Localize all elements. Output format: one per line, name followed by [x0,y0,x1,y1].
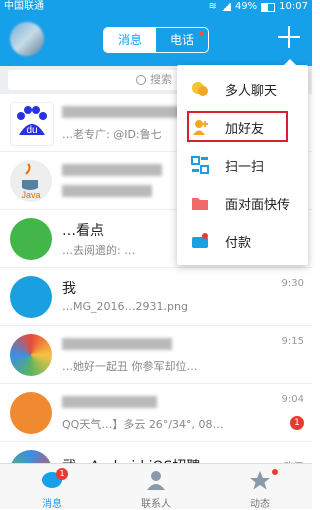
green-circle-icon [10,218,52,260]
list-item[interactable]: 武…Android iOS招聘 昨天 [0,442,312,492]
menu-item-payment[interactable]: 付款 [177,222,308,260]
conversation-name [62,394,157,410]
tab-phone[interactable]: 电话 [156,28,208,52]
conversation-time: 9:15 [281,336,304,347]
tab-messages[interactable]: 消息 [104,28,156,52]
clock: 10:07 [279,1,308,12]
battery-icon [261,2,276,12]
menu-label: 面对面快传 [225,198,291,213]
conversation-name [62,104,182,120]
payment-icon [192,233,208,248]
list-item[interactable]: QQ天气…】多云 26°/34°, 08… 9:04 1 [0,384,312,442]
new-dot [272,469,278,475]
conversation-name: 我 [62,281,76,297]
list-item[interactable]: …她好一起丑 你参军却位… 9:15 [0,326,312,384]
conversation-snippet: …去阅遗的: … [62,244,136,257]
java-logo-icon: Java [10,160,52,202]
status-indicators: ≋ 49% 10:07 [209,0,308,14]
user-avatar[interactable] [10,22,44,56]
conversation-snippet [62,184,152,197]
menu-item-group-chat[interactable]: 多人聊天 [177,70,308,108]
signal-icon [220,3,231,11]
tab-contacts[interactable]: 联系人 [104,464,208,510]
menu-label: 多人聊天 [225,84,278,99]
plus-icon[interactable] [276,24,302,50]
wifi-icon: ≋ [208,1,217,12]
tab-moments[interactable]: 动态 [208,464,312,510]
contacts-icon [147,471,165,490]
unread-badge: 1 [56,468,68,480]
group-chat-icon [192,82,208,96]
conversation-snippet: QQ天气…】多云 26°/34°, 08… [62,418,224,431]
top-header: 消息 电话 [0,14,312,66]
scan-icon [191,156,209,174]
tab-phone-label: 电话 [169,33,194,47]
star-icon [250,471,270,490]
status-bar: 中国联通 ≋ 49% 10:07 [0,0,312,14]
conversation-name [62,162,162,178]
folder-transfer-icon [192,198,208,210]
search-icon [136,75,146,85]
menu-label: 扫一扫 [225,160,265,175]
tab-messages-bottom[interactable]: 1 消息 [0,464,104,510]
phone-new-dot [199,31,204,36]
list-item[interactable]: 我 …MG_2016…2931.png 9:30 [0,268,312,326]
conversation-name [62,336,172,352]
blue-square-avatar [10,276,52,318]
add-friend-highlight-box [187,111,288,142]
conversation-snippet: …老专广: @ID:鲁七 [62,128,162,141]
svg-text:du: du [26,125,37,136]
menu-label: 付款 [225,236,252,251]
carrier-label: 中国联通 [4,1,44,12]
conversation-time: 9:04 [281,394,304,405]
svg-text:Java: Java [21,190,40,200]
battery-percent: 49% [234,1,258,12]
menu-item-face-transfer[interactable]: 面对面快传 [177,184,308,222]
colorful-circle-avatar [10,334,52,376]
conversation-time: 9:30 [281,278,304,289]
conversation-snippet: …她好一起丑 你参军却位… [62,360,198,373]
conversation-name: …看点 [62,223,104,239]
menu-item-scan[interactable]: 扫一扫 [177,146,308,184]
message-phone-toggle: 消息 电话 [103,27,209,53]
plus-dropdown-menu: 多人聊天 加好友 扫一扫 面对面快传 付款 [177,59,308,265]
orange-avatar [10,392,52,434]
bottom-tab-bar: 1 消息 联系人 动态 [0,463,312,510]
search-placeholder: 搜索 [150,73,172,86]
unread-badge: 1 [290,416,304,430]
baidu-logo-icon: du [10,102,54,146]
conversation-snippet: …MG_2016…2931.png [62,300,188,313]
